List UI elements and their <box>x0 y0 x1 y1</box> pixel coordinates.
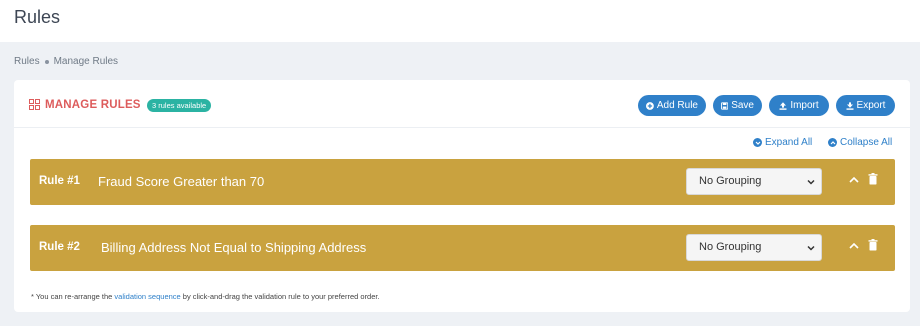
card-title: MANAGE RULES <box>45 99 141 111</box>
import-label: Import <box>790 100 819 111</box>
grid-icon <box>29 99 40 110</box>
rule-name: Billing Address Not Equal to Shipping Ad… <box>101 240 367 255</box>
footnote-text-after: by click-and-drag the validation rule to… <box>180 292 380 301</box>
rules-count-badge: 3 rules available <box>147 99 212 112</box>
rule-number: Rule #1 <box>39 175 80 187</box>
trash-icon[interactable] <box>868 173 878 185</box>
breadcrumb-separator <box>44 59 49 64</box>
expand-all-label: Expand All <box>765 137 813 148</box>
save-button[interactable]: Save <box>713 95 762 116</box>
rule-row[interactable]: Rule #2 Billing Address Not Equal to Shi… <box>30 225 895 271</box>
export-button[interactable]: Export <box>836 95 895 116</box>
import-button[interactable]: Import <box>769 95 829 116</box>
collapse-all-label: Collapse All <box>840 137 893 148</box>
manage-rules-card: MANAGE RULES 3 rules available Add Rule … <box>14 80 910 312</box>
card-header: MANAGE RULES 3 rules available Add Rule … <box>14 80 910 128</box>
breadcrumb-item-rules[interactable]: Rules <box>14 56 40 67</box>
grouping-select[interactable]: No Grouping <box>686 234 822 261</box>
page-title: Rules <box>14 7 61 27</box>
grouping-select-value: No Grouping <box>699 241 762 253</box>
chevron-down-icon <box>807 179 815 185</box>
top-bar: Rules <box>0 0 920 42</box>
expand-all-link[interactable]: Expand All <box>753 137 812 148</box>
validation-sequence-link[interactable]: validation sequence <box>114 292 180 301</box>
plus-circle-icon <box>646 101 654 110</box>
floppy-icon <box>721 101 729 110</box>
chevron-up-icon[interactable] <box>848 174 860 186</box>
upload-icon <box>779 101 787 110</box>
chevron-down-circle-icon <box>753 138 762 147</box>
chevron-down-icon <box>807 245 815 251</box>
chevron-up-circle-icon <box>828 138 837 147</box>
download-icon <box>846 101 854 110</box>
breadcrumb: Rules Manage Rules <box>14 56 118 67</box>
chevron-up-icon[interactable] <box>848 240 860 252</box>
export-label: Export <box>856 100 886 111</box>
grouping-select-value: No Grouping <box>699 175 762 187</box>
breadcrumb-item-manage-rules: Manage Rules <box>53 56 119 67</box>
grouping-select[interactable]: No Grouping <box>686 168 822 195</box>
rule-row[interactable]: Rule #1 Fraud Score Greater than 70 No G… <box>30 159 895 205</box>
footnote-text-before: * You can re-arrange the <box>31 292 115 301</box>
rule-number: Rule #2 <box>39 241 80 253</box>
add-rule-button[interactable]: Add Rule <box>638 95 706 116</box>
trash-icon[interactable] <box>868 239 878 251</box>
rule-name: Fraud Score Greater than 70 <box>98 174 265 189</box>
add-rule-label: Add Rule <box>656 100 698 111</box>
save-label: Save <box>731 100 754 111</box>
collapse-all-link[interactable]: Collapse All <box>828 137 892 148</box>
footnote: * You can re-arrange the validation sequ… <box>31 292 380 301</box>
